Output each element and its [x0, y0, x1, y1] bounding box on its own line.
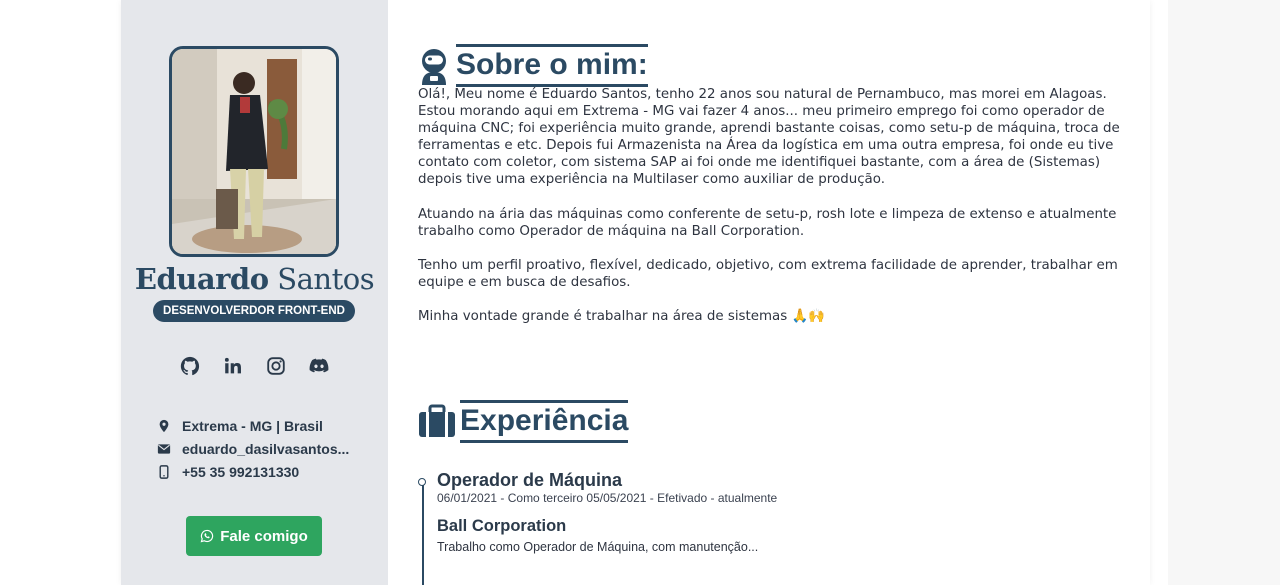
about-paragraph-4: Minha vontade grande é trabalhar na área… — [418, 309, 825, 324]
envelope-icon — [157, 442, 171, 456]
about-title: Sobre o mim: — [456, 44, 648, 87]
contact-email[interactable]: eduardo_dasilvasantos... — [157, 437, 349, 460]
profile-photo — [169, 46, 339, 257]
resume-page: Eduardo Santos DESENVOLVERDOR FRONT-END … — [121, 0, 1150, 585]
map-pin-icon — [157, 419, 171, 433]
email-text[interactable]: eduardo_dasilvasantos... — [182, 441, 349, 457]
main-content: Sobre o mim: Olá!, Meu nome é Eduardo Sa… — [388, 0, 1150, 585]
social-links — [121, 355, 388, 377]
contact-me-button[interactable]: Fale comigo — [186, 516, 322, 556]
instagram-icon[interactable] — [265, 355, 287, 377]
about-header: Sobre o mim: — [418, 44, 648, 87]
whatsapp-icon — [200, 529, 214, 543]
profile-name: Eduardo Santos — [121, 262, 388, 296]
location-text: Extrema - MG | Brasil — [182, 417, 323, 434]
contact-phone[interactable]: +55 35 992131330 — [157, 460, 349, 483]
role-badge: DESENVOLVERDOR FRONT-END — [153, 300, 355, 322]
job-company: Ball Corporation — [437, 517, 567, 535]
github-icon[interactable] — [179, 355, 201, 377]
job-description: Trabalho como Operador de Máquina, com m… — [437, 540, 759, 554]
about-paragraph-1: Olá!, Meu nome é Eduardo Santos, tenho 2… — [418, 87, 1120, 187]
mobile-phone-icon — [157, 464, 171, 479]
job-dates: 06/01/2021 - Como terceiro 05/05/2021 - … — [437, 491, 778, 505]
phone-text[interactable]: +55 35 992131330 — [182, 464, 299, 480]
contact-location: Extrema - MG | Brasil — [157, 414, 349, 437]
about-paragraph-2: Atuando na ária das máquinas como confer… — [418, 207, 1117, 239]
page-right-gutter — [1168, 0, 1280, 585]
contact-me-label: Fale comigo — [220, 527, 308, 545]
contact-info: Extrema - MG | Brasil eduardo_dasilvasan… — [157, 414, 349, 483]
first-name: Eduardo — [134, 262, 269, 296]
timeline-dot — [418, 478, 426, 486]
user-astronaut-icon — [418, 47, 452, 85]
experience-title: Experiência — [460, 400, 629, 443]
about-paragraph-3: Tenho um perfil proativo, flexível, dedi… — [418, 258, 1118, 290]
last-name: Santos — [277, 262, 375, 296]
linkedin-icon[interactable] — [222, 355, 244, 377]
discord-icon[interactable] — [308, 355, 330, 377]
job-title: Operador de Máquina — [437, 470, 623, 490]
profile-sidebar: Eduardo Santos DESENVOLVERDOR FRONT-END … — [121, 0, 388, 585]
timeline-line — [422, 484, 424, 585]
experience-header: Experiência — [418, 400, 629, 443]
briefcase-icon — [418, 403, 456, 441]
